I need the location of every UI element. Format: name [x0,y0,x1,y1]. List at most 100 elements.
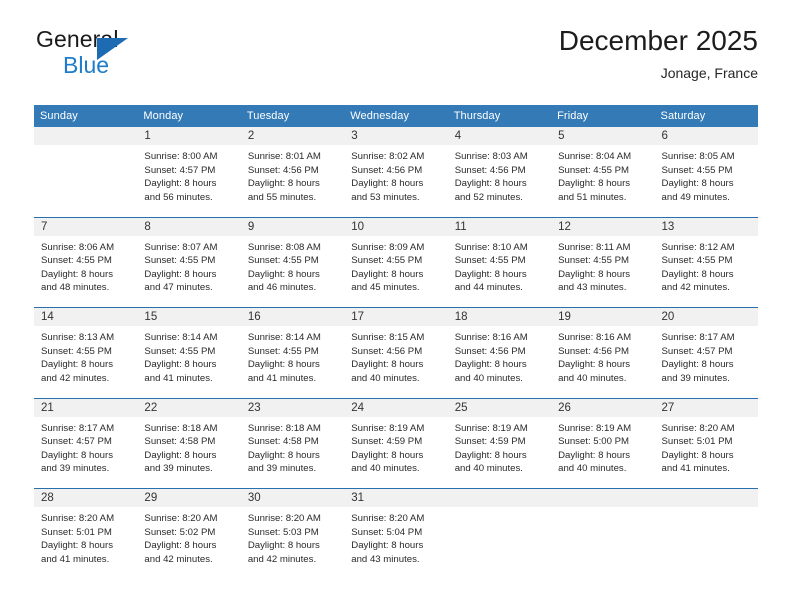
sunset-text: Sunset: 4:57 PM [41,436,112,448]
daylight-text: Daylight: 8 hours [351,359,424,371]
daylight-text-cont: and 43 minutes. [351,553,420,565]
day-cell[interactable]: Sunrise: 8:01 AM Sunset: 4:56 PM Daylight:… [240,145,345,217]
day-cell[interactable]: Sunrise: 8:16 AM Sunset: 4:56 PM Daylight:… [551,326,655,398]
sunrise-text: Sunrise: 8:20 AM [247,513,321,524]
day-number[interactable]: 13 [654,216,758,236]
day-number[interactable]: 3 [344,127,448,145]
daylight-text-cont: and 40 minutes. [351,372,420,384]
day-cell[interactable]: Sunrise: 8:12 AM Sunset: 4:55 PM Daylight:… [654,235,758,308]
sunrise-text: Sunrise: 8:20 AM [661,422,735,434]
day-number[interactable]: 9 [240,216,345,236]
sunrise-text: Sunrise: 8:17 AM [661,332,735,343]
day-number[interactable]: 31 [344,488,448,507]
sunset-text: Sunset: 4:58 PM [247,436,319,448]
day-number[interactable]: 11 [447,216,552,236]
sunrise-sunset-calendar: Sunday Monday Tuesday Wednesday Thursday… [34,105,758,579]
daylight-text-cont: and 43 minutes. [558,282,627,294]
sunrise-text: Sunrise: 8:18 AM [247,422,321,434]
daylight-text-cont: and 45 minutes. [351,282,420,294]
day-cell[interactable]: Sunrise: 8:00 AM Sunset: 4:57 PM Daylight:… [137,145,241,217]
day-number[interactable]: 25 [447,397,552,417]
day-number[interactable]: 12 [551,216,655,236]
daylight-text: Daylight: 8 hours [558,359,631,371]
day-cell-empty [654,507,758,579]
daylight-text: Daylight: 8 hours [661,178,734,190]
day-cell[interactable]: Sunrise: 8:17 AM Sunset: 4:57 PM Daylight:… [34,416,138,489]
day-number[interactable]: 24 [344,397,448,417]
weekday-header-friday: Friday [551,105,655,127]
day-cell[interactable]: Sunrise: 8:16 AM Sunset: 4:56 PM Daylight:… [447,326,552,398]
day-number[interactable]: 17 [344,307,448,326]
day-cell[interactable]: Sunrise: 8:19 AM Sunset: 4:59 PM Daylight:… [344,416,448,489]
day-number[interactable]: 16 [240,307,345,326]
day-number[interactable]: 26 [551,397,655,417]
sunset-text: Sunset: 4:55 PM [351,255,423,267]
day-number[interactable]: 6 [654,127,758,145]
sunset-text: Sunset: 4:55 PM [144,345,216,357]
day-cell[interactable]: Sunrise: 8:07 AM Sunset: 4:55 PM Daylight:… [137,235,241,308]
day-number[interactable]: 20 [654,307,758,326]
daylight-text-cont: and 55 minutes. [247,191,317,203]
sunset-text: Sunset: 4:56 PM [454,345,526,357]
day-number[interactable]: 4 [447,127,552,145]
title-block: December 2025 Jonage, France [559,24,758,83]
day-cell[interactable]: Sunrise: 8:20 AM Sunset: 5:03 PM Daylight:… [240,507,345,579]
sunrise-text: Sunrise: 8:09 AM [351,241,425,253]
day-number[interactable]: 19 [551,307,655,326]
sunrise-text: Sunrise: 8:16 AM [454,332,528,343]
day-cell[interactable]: Sunrise: 8:09 AM Sunset: 4:55 PM Daylight:… [344,235,448,308]
day-cell[interactable]: Sunrise: 8:04 AM Sunset: 4:55 PM Daylight:… [551,145,655,217]
day-cell[interactable]: Sunrise: 8:03 AM Sunset: 4:56 PM Daylight:… [447,145,552,217]
sunrise-text: Sunrise: 8:14 AM [144,332,218,343]
day-cell[interactable]: Sunrise: 8:17 AM Sunset: 4:57 PM Daylight:… [654,326,758,398]
day-number[interactable]: 23 [240,397,345,417]
day-cell-empty [34,145,138,217]
day-cell[interactable]: Sunrise: 8:05 AM Sunset: 4:55 PM Daylight:… [654,145,758,217]
day-cell[interactable]: Sunrise: 8:18 AM Sunset: 4:58 PM Daylight:… [240,416,345,489]
day-cell[interactable]: Sunrise: 8:20 AM Sunset: 5:01 PM Daylight:… [34,507,138,579]
day-number[interactable]: 29 [137,488,241,507]
day-cell[interactable]: Sunrise: 8:10 AM Sunset: 4:55 PM Daylight:… [447,235,552,308]
day-cell[interactable]: Sunrise: 8:06 AM Sunset: 4:55 PM Daylight:… [34,235,138,308]
day-number[interactable]: 5 [551,127,655,145]
sunrise-text: Sunrise: 8:19 AM [454,422,528,434]
day-number[interactable]: 15 [137,307,241,326]
daylight-text: Daylight: 8 hours [41,540,113,552]
day-cell[interactable]: Sunrise: 8:13 AM Sunset: 4:55 PM Daylight:… [34,326,138,398]
day-cell[interactable]: Sunrise: 8:20 AM Sunset: 5:02 PM Daylight:… [137,507,241,579]
day-number[interactable]: 18 [447,307,552,326]
day-number[interactable]: 14 [34,307,138,326]
day-cell[interactable]: Sunrise: 8:18 AM Sunset: 4:58 PM Daylight:… [137,416,241,489]
day-cell[interactable]: Sunrise: 8:14 AM Sunset: 4:55 PM Daylight:… [137,326,241,398]
sunset-text: Sunset: 4:55 PM [558,164,630,176]
daylight-text: Daylight: 8 hours [247,359,320,371]
day-number-empty [551,488,655,507]
day-cell[interactable]: Sunrise: 8:02 AM Sunset: 4:56 PM Daylight:… [344,145,448,217]
sunset-text: Sunset: 5:00 PM [558,436,630,448]
day-number[interactable]: 30 [240,488,345,507]
sunset-text: Sunset: 4:55 PM [41,345,112,357]
day-number[interactable]: 7 [34,216,138,236]
day-number[interactable]: 22 [137,397,241,417]
day-cell[interactable]: Sunrise: 8:14 AM Sunset: 4:55 PM Daylight:… [240,326,345,398]
day-cell[interactable]: Sunrise: 8:19 AM Sunset: 5:00 PM Daylight:… [551,416,655,489]
day-cell[interactable]: Sunrise: 8:15 AM Sunset: 4:56 PM Daylight:… [344,326,448,398]
day-number[interactable]: 10 [344,216,448,236]
day-cell[interactable]: Sunrise: 8:20 AM Sunset: 5:04 PM Daylight:… [344,507,448,579]
weekday-header-sunday: Sunday [34,105,138,127]
day-number[interactable]: 21 [34,397,138,417]
day-cell[interactable]: Sunrise: 8:11 AM Sunset: 4:55 PM Daylight:… [551,235,655,308]
day-cell[interactable]: Sunrise: 8:19 AM Sunset: 4:59 PM Daylight:… [447,416,552,489]
day-cell[interactable]: Sunrise: 8:20 AM Sunset: 5:01 PM Daylight:… [654,416,758,489]
daylight-text-cont: and 39 minutes. [41,463,110,475]
day-number[interactable]: 2 [240,127,345,145]
sunset-text: Sunset: 4:55 PM [247,255,319,267]
day-cell[interactable]: Sunrise: 8:08 AM Sunset: 4:55 PM Daylight:… [240,235,345,308]
day-number[interactable]: 28 [34,488,138,507]
day-number[interactable]: 8 [137,216,241,236]
day-number[interactable]: 27 [654,397,758,417]
day-number[interactable]: 1 [137,127,241,145]
day-cell-empty [551,507,655,579]
daylight-text: Daylight: 8 hours [661,268,734,280]
daylight-text: Daylight: 8 hours [558,449,631,461]
